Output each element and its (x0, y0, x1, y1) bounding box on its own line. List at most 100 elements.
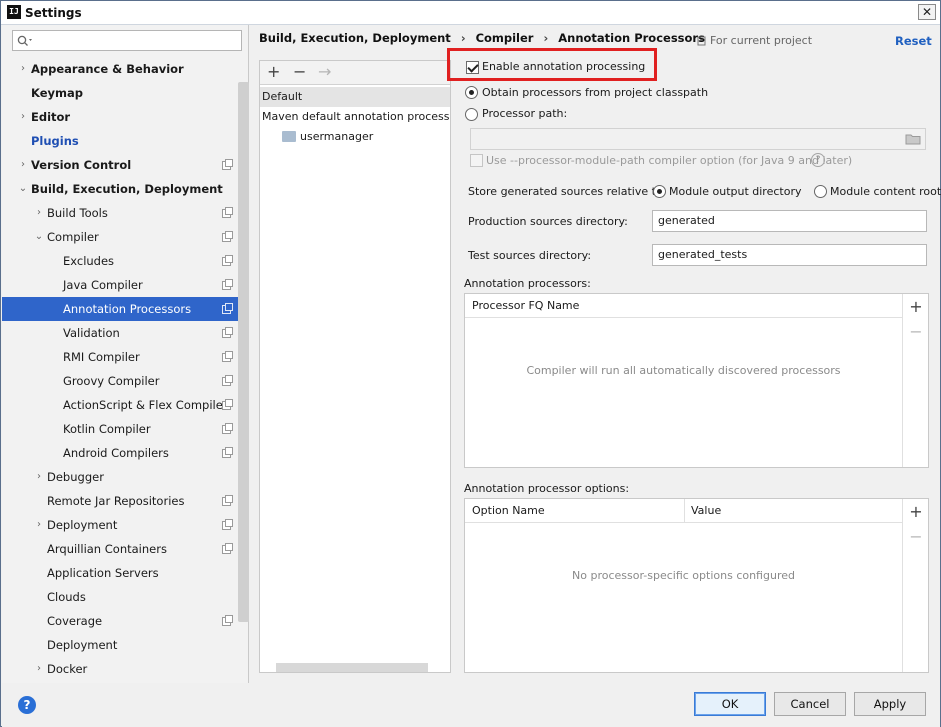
title-bar: IJ Settings ✕ (1, 1, 940, 25)
sidebar-item-label: Remote Jar Repositories (47, 494, 185, 508)
sidebar-item-label: Compiler (47, 230, 99, 244)
processor-path-radio[interactable] (465, 108, 478, 121)
chevron-right-icon[interactable]: › (18, 105, 28, 129)
chevron-right-icon[interactable]: › (18, 153, 28, 177)
project-scope-icon (222, 327, 233, 338)
sidebar-item[interactable]: Remote Jar Repositories (2, 489, 248, 513)
option-name-header[interactable]: Option Name (465, 499, 685, 523)
processor-path-field[interactable] (470, 128, 926, 150)
profile-row-maven[interactable]: Maven default annotation processors p (260, 107, 450, 127)
processor-fq-name-header[interactable]: Processor FQ Name (465, 294, 902, 318)
production-sources-input[interactable]: generated (652, 210, 927, 232)
sidebar-item[interactable]: › Docker (2, 657, 248, 681)
chevron-right-icon[interactable]: › (34, 201, 44, 225)
sidebar-item-label: Editor (31, 110, 71, 124)
project-scope-icon (222, 159, 233, 170)
ok-button[interactable]: OK (694, 692, 766, 716)
sidebar-item[interactable]: › Editor (2, 105, 248, 129)
module-content-radio[interactable] (814, 185, 827, 198)
add-processor-button[interactable]: + (904, 297, 928, 316)
sidebar-item-label: Android Compilers (63, 446, 169, 460)
sidebar-item[interactable]: Java Compiler (2, 273, 248, 297)
project-scope-icon (222, 423, 233, 434)
sidebar-item[interactable]: Arquillian Containers (2, 537, 248, 561)
sidebar-item[interactable]: Keymap (2, 81, 248, 105)
sidebar-item[interactable]: › Build Tools (2, 201, 248, 225)
sidebar-item[interactable]: RMI Compiler (2, 345, 248, 369)
profile-module-usermanager[interactable]: usermanager (260, 127, 450, 147)
sidebar-item[interactable]: ⌄ Build, Execution, Deployment (2, 177, 248, 201)
store-generated-label: Store generated sources relative to: (468, 185, 667, 198)
obtain-from-classpath-radio[interactable] (465, 86, 478, 99)
sidebar-item[interactable]: Android Compilers (2, 441, 248, 465)
processor-module-path-label: Use --processor-module-path compiler opt… (486, 154, 853, 167)
move-to-profile-button[interactable]: → (318, 62, 331, 81)
sidebar-scrollbar[interactable] (238, 82, 249, 622)
chevron-down-icon[interactable]: ⌄ (34, 225, 44, 249)
sidebar-item[interactable]: Plugins (2, 129, 248, 153)
sidebar-item-label: Build Tools (47, 206, 108, 220)
sidebar-item-label: RMI Compiler (63, 350, 140, 364)
enable-annotation-processing-checkbox[interactable] (466, 61, 479, 74)
sidebar-item[interactable]: › Debugger (2, 465, 248, 489)
chevron-down-icon[interactable]: ⌄ (18, 177, 28, 201)
for-current-project-label: For current project (710, 34, 813, 47)
sidebar-item-label: Debugger (47, 470, 104, 484)
sidebar-item-label: Deployment (47, 638, 118, 652)
add-profile-button[interactable]: + (267, 62, 280, 81)
sidebar-item[interactable]: Application Servers (2, 561, 248, 585)
sidebar-item[interactable]: Coverage (2, 609, 248, 633)
project-scope-icon (222, 279, 233, 290)
sidebar-item[interactable]: Deployment (2, 633, 248, 657)
chevron-right-icon[interactable]: › (34, 657, 44, 681)
project-scope-icon (222, 231, 233, 242)
value-header[interactable]: Value (685, 499, 902, 523)
sidebar-item[interactable]: › Appearance & Behavior (2, 57, 248, 81)
add-option-button[interactable]: + (904, 502, 928, 521)
cancel-button[interactable]: Cancel (774, 692, 846, 716)
help-button[interactable]: ? (18, 696, 36, 714)
apply-button[interactable]: Apply (854, 692, 926, 716)
browse-folder-icon[interactable] (905, 133, 921, 145)
reset-link[interactable]: Reset (895, 34, 932, 48)
profile-row-default[interactable]: Default (260, 87, 450, 107)
remove-option-button[interactable]: − (904, 527, 928, 546)
remove-processor-button[interactable]: − (904, 322, 928, 341)
sidebar-item[interactable]: Excludes (2, 249, 248, 273)
chevron-right-icon[interactable]: › (34, 513, 44, 537)
close-button[interactable]: ✕ (918, 4, 936, 20)
chevron-right-icon[interactable]: › (34, 465, 44, 489)
sidebar-item-label: Arquillian Containers (47, 542, 167, 556)
remove-profile-button[interactable]: − (293, 62, 306, 81)
processor-module-path-checkbox[interactable] (470, 154, 483, 167)
enable-annotation-processing-label: Enable annotation processing (482, 60, 646, 73)
profiles-hscrollbar[interactable] (276, 663, 428, 672)
sidebar-item[interactable]: Clouds (2, 585, 248, 609)
sidebar-item[interactable]: Annotation Processors (2, 297, 248, 321)
sidebar-item[interactable]: Groovy Compiler (2, 369, 248, 393)
processor-options-table: Option Name Value No processor-specific … (464, 498, 929, 673)
window-title: Settings (25, 6, 82, 20)
annotation-processors-title: Annotation processors: (464, 277, 591, 290)
sidebar-item[interactable]: › Version Control (2, 153, 248, 177)
module-output-radio[interactable] (653, 185, 666, 198)
module-output-label: Module output directory (669, 185, 802, 198)
dialog-footer: ? OK Cancel Apply (2, 683, 940, 727)
sidebar-item-label: Version Control (31, 158, 132, 172)
sidebar-item-label: Keymap (31, 86, 83, 100)
sidebar-item-label: Java Compiler (63, 278, 143, 292)
sidebar-item[interactable]: ActionScript & Flex Compiler (2, 393, 248, 417)
sidebar-item[interactable]: › Deployment (2, 513, 248, 537)
test-sources-input[interactable]: generated_tests (652, 244, 927, 266)
help-circle-icon[interactable]: ? (811, 153, 825, 167)
sidebar-item[interactable]: Kotlin Compiler (2, 417, 248, 441)
sidebar-item[interactable]: Validation (2, 321, 248, 345)
project-scope-icon (222, 303, 233, 314)
sidebar-item[interactable]: ⌄ Compiler (2, 225, 248, 249)
sidebar-item-label: Coverage (47, 614, 103, 628)
options-empty-text: No processor-specific options configured (572, 569, 795, 582)
sidebar-item-label: Appearance & Behavior (31, 62, 184, 76)
chevron-right-icon[interactable]: › (18, 57, 28, 81)
search-input[interactable] (12, 30, 242, 51)
sidebar-item-label: Annotation Processors (63, 302, 192, 316)
